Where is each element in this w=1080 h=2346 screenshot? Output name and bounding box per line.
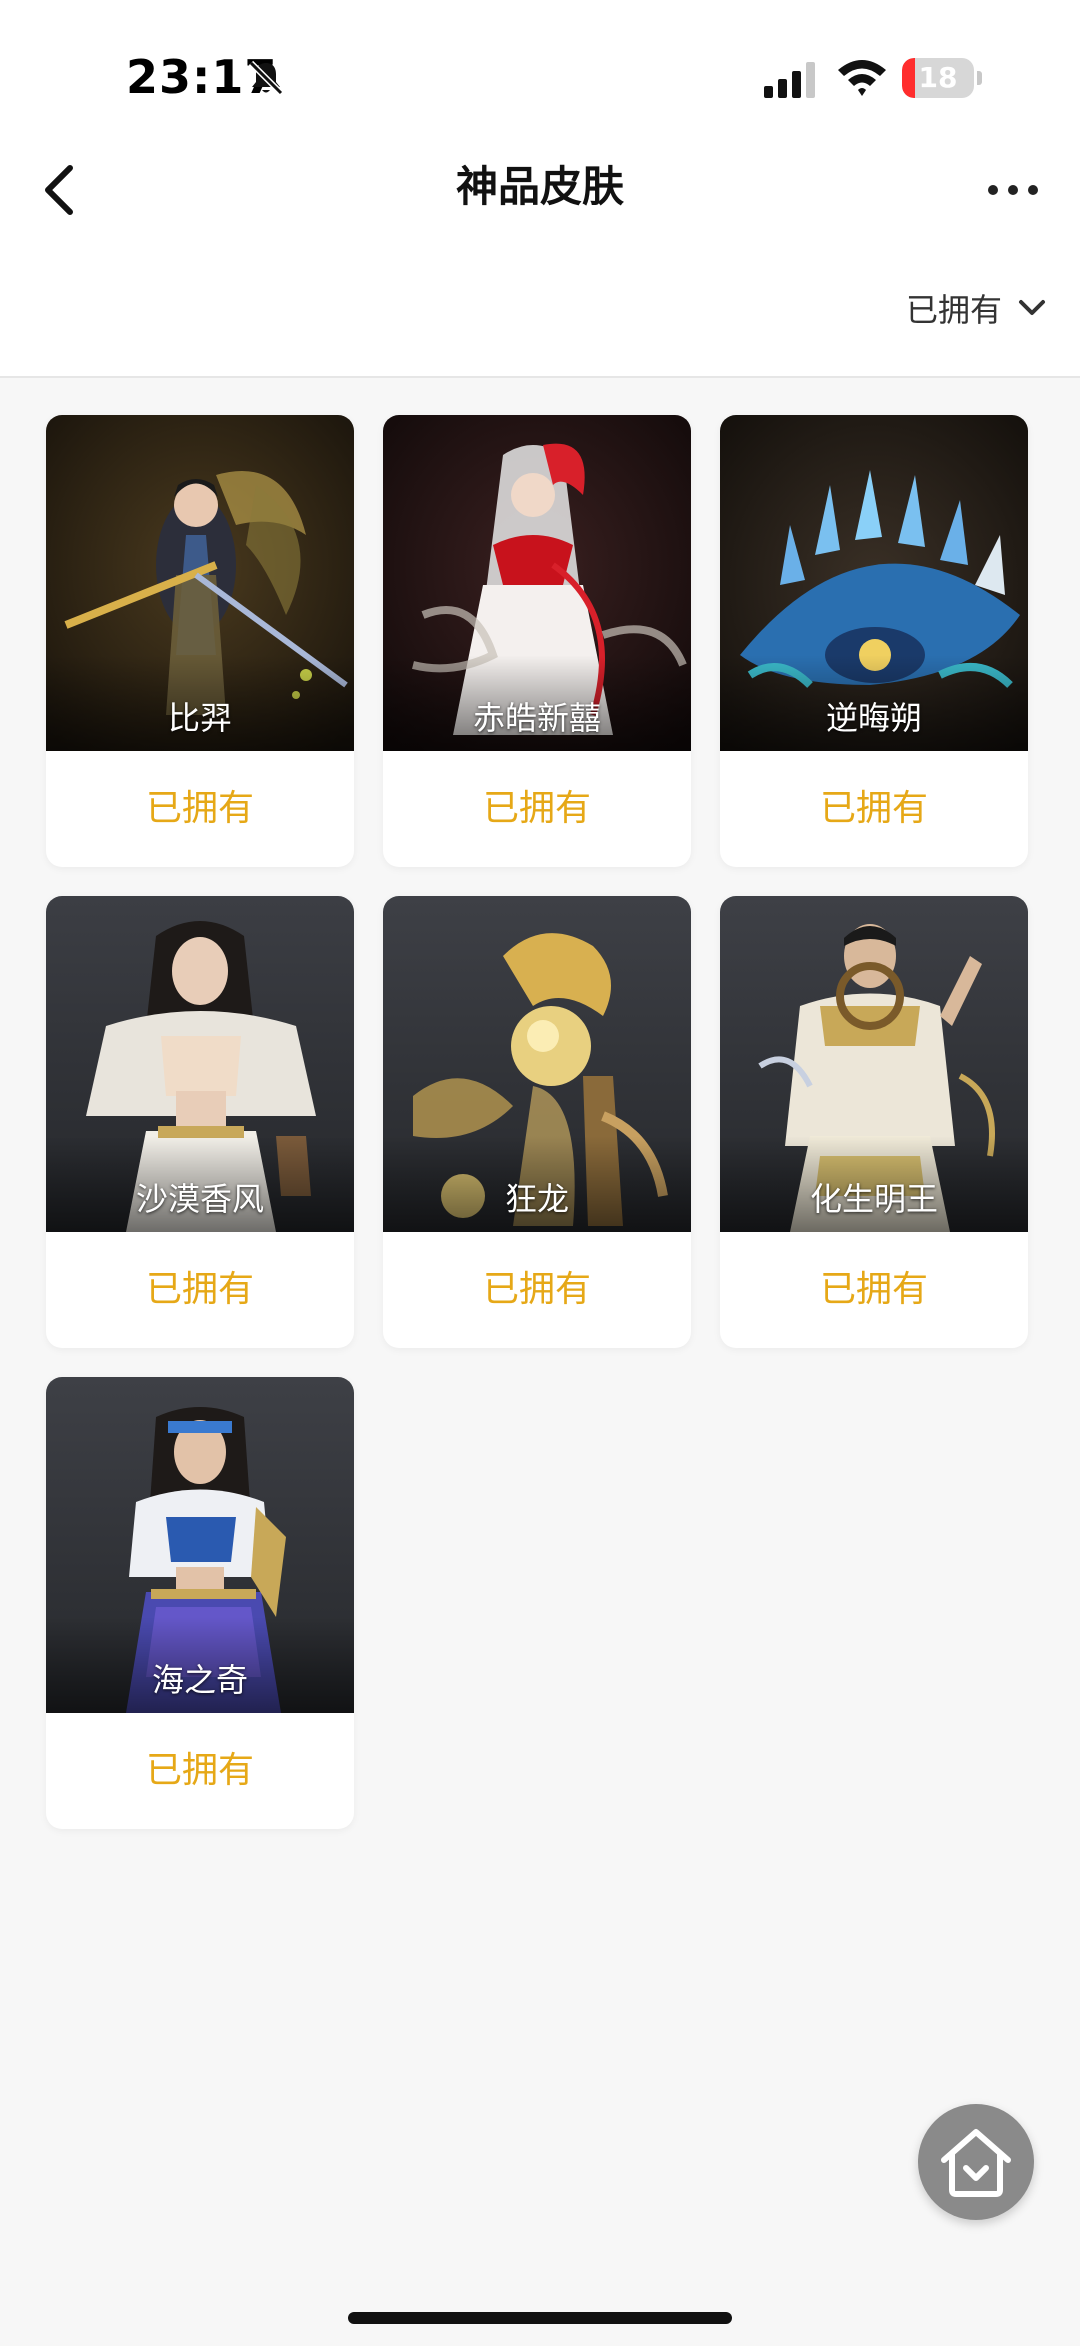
- filter-label: 已拥有: [906, 291, 1003, 329]
- owned-status: 已拥有: [819, 1269, 928, 1310]
- home-indicator[interactable]: [348, 2312, 732, 2324]
- battery-level: 18: [918, 61, 958, 94]
- home-icon: [941, 2129, 1011, 2197]
- skin-image: 化生明王: [720, 896, 1028, 1232]
- skin-card[interactable]: 赤皓新囍 已拥有: [383, 415, 691, 867]
- signal-icon: [764, 62, 820, 98]
- skin-card[interactable]: 逆晦朔 已拥有: [720, 415, 1028, 867]
- floating-home-button[interactable]: [918, 2104, 1034, 2220]
- page-title: 神品皮肤: [455, 162, 624, 211]
- skin-card[interactable]: 海之奇 已拥有: [46, 1377, 354, 1829]
- skin-name: 赤皓新囍: [383, 655, 691, 751]
- owned-status: 已拥有: [145, 1750, 254, 1791]
- status-bar: 23:17 18: [0, 0, 1080, 150]
- skin-card[interactable]: 沙漠香风 已拥有: [46, 896, 354, 1348]
- back-button[interactable]: [30, 150, 120, 230]
- skin-image: 赤皓新囍: [383, 415, 691, 751]
- skin-card[interactable]: 比羿 已拥有: [46, 415, 354, 867]
- owned-status: 已拥有: [482, 1269, 591, 1310]
- owned-status: 已拥有: [482, 788, 591, 829]
- skin-name: 比羿: [46, 655, 354, 751]
- skin-name: 海之奇: [46, 1617, 354, 1713]
- skin-image: 沙漠香风: [46, 896, 354, 1232]
- skin-image: 逆晦朔: [720, 415, 1028, 751]
- wifi-icon: [836, 56, 888, 98]
- owned-filter-dropdown[interactable]: 已拥有: [890, 282, 1060, 338]
- skin-name: 化生明王: [720, 1136, 1028, 1232]
- chevron-left-icon: [45, 165, 73, 215]
- battery-icon: 18: [902, 58, 982, 98]
- skin-card[interactable]: 化生明王 已拥有: [720, 896, 1028, 1348]
- skin-name: 沙漠香风: [46, 1136, 354, 1232]
- bell-slash-icon: [246, 58, 286, 98]
- skin-name: 逆晦朔: [720, 655, 1028, 751]
- owned-status: 已拥有: [819, 788, 928, 829]
- skin-name: 狂龙: [383, 1136, 691, 1232]
- more-button[interactable]: [970, 160, 1060, 220]
- skin-card[interactable]: 狂龙 已拥有: [383, 896, 691, 1348]
- skin-image: 海之奇: [46, 1377, 354, 1713]
- header: 23:17 18 神品皮肤 已拥有: [0, 0, 1080, 378]
- chevron-down-icon: [1018, 298, 1046, 322]
- skin-image: 比羿: [46, 415, 354, 751]
- skin-image: 狂龙: [383, 896, 691, 1232]
- owned-status: 已拥有: [145, 1269, 254, 1310]
- owned-status: 已拥有: [145, 788, 254, 829]
